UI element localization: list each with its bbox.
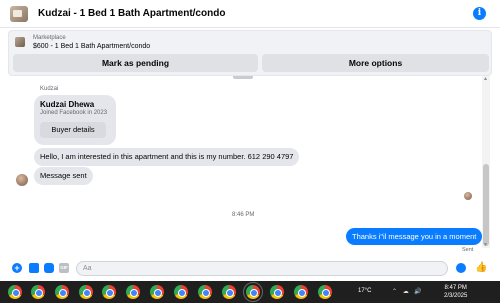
marketplace-label: Marketplace: [33, 35, 66, 41]
buyer-name: Kudzai Dhewa: [40, 100, 95, 109]
sender-avatar[interactable]: [16, 174, 28, 186]
sender-name-label: Kudzai: [40, 86, 59, 92]
taskbar-clock[interactable]: 8:47 PM 2/3/2025: [444, 284, 467, 300]
chrome-taskbar-icon[interactable]: [243, 282, 263, 302]
chrome-taskbar-icon[interactable]: [174, 285, 188, 299]
message-input[interactable]: Aa: [76, 261, 448, 276]
plus-icon[interactable]: +: [12, 263, 22, 273]
incoming-message[interactable]: Message sent: [34, 167, 93, 185]
buyer-profile-card: Kudzai Dhewa Joined Facebook in 2023 Buy…: [34, 95, 116, 145]
more-options-button[interactable]: More options: [262, 54, 489, 72]
conversation-header: Kudzai - 1 Bed 1 Bath Apartment/condo i: [0, 0, 500, 28]
chrome-taskbar-icon[interactable]: [55, 285, 69, 299]
photo-icon[interactable]: [29, 263, 39, 273]
chrome-taskbar-icon[interactable]: [150, 285, 164, 299]
conversation-title[interactable]: Kudzai - 1 Bed 1 Bath Apartment/condo: [38, 8, 225, 19]
scrollbar-thumb[interactable]: [483, 164, 489, 246]
chrome-taskbar-icon[interactable]: [31, 285, 45, 299]
emoji-icon[interactable]: [456, 263, 466, 273]
chrome-taskbar-icon[interactable]: [222, 285, 236, 299]
sent-status: Sent: [462, 247, 474, 253]
chrome-taskbar-icon[interactable]: [102, 285, 116, 299]
system-tray-icons[interactable]: ⌃ ☁ 🔊: [392, 288, 424, 295]
chrome-taskbar-icon[interactable]: [79, 285, 93, 299]
chrome-taskbar-icon[interactable]: [270, 285, 284, 299]
incoming-message[interactable]: Hello, I am interested in this apartment…: [34, 148, 300, 166]
marketplace-listing-bar: Marketplace $600 - 1 Bed 1 Bath Apartmen…: [8, 30, 492, 76]
listing-price-title[interactable]: $600 - 1 Bed 1 Bath Apartment/condo: [33, 43, 150, 50]
outgoing-message[interactable]: Thanks i"il message you in a moment: [346, 228, 483, 245]
message-scrollbar[interactable]: ▲ ▼: [482, 76, 490, 248]
scroll-up-arrow-icon[interactable]: ▲: [483, 76, 488, 82]
scroll-down-arrow-icon[interactable]: ▼: [483, 242, 488, 248]
seen-avatar: [464, 192, 472, 200]
clock-time: 8:47 PM: [444, 285, 467, 291]
listing-small-thumbnail: [15, 37, 25, 47]
gif-icon[interactable]: GIF: [59, 263, 69, 273]
buyer-joined-date: Joined Facebook in 2023: [40, 110, 108, 116]
chrome-taskbar-icon[interactable]: [8, 285, 22, 299]
listing-thumbnail[interactable]: [10, 5, 28, 22]
chrome-taskbar-icon[interactable]: [318, 285, 332, 299]
chrome-taskbar-icon[interactable]: [126, 285, 140, 299]
buyer-details-button[interactable]: Buyer details: [40, 122, 106, 138]
scroll-indicator: [233, 76, 253, 79]
thumbs-up-icon[interactable]: 👍: [475, 262, 487, 273]
sticker-icon[interactable]: [44, 263, 54, 273]
mark-as-pending-button[interactable]: Mark as pending: [13, 54, 258, 72]
clock-date: 2/3/2025: [444, 293, 468, 299]
chrome-taskbar-icon[interactable]: [294, 285, 308, 299]
windows-taskbar: 17°C ⌃ ☁ 🔊 8:47 PM 2/3/2025: [0, 281, 500, 303]
message-timestamp: 8:46 PM: [232, 212, 255, 218]
chrome-taskbar-icon[interactable]: [198, 285, 212, 299]
info-icon[interactable]: i: [473, 7, 486, 20]
weather-temperature[interactable]: 17°C: [358, 288, 371, 294]
message-composer: + GIF Aa 👍: [0, 256, 500, 280]
